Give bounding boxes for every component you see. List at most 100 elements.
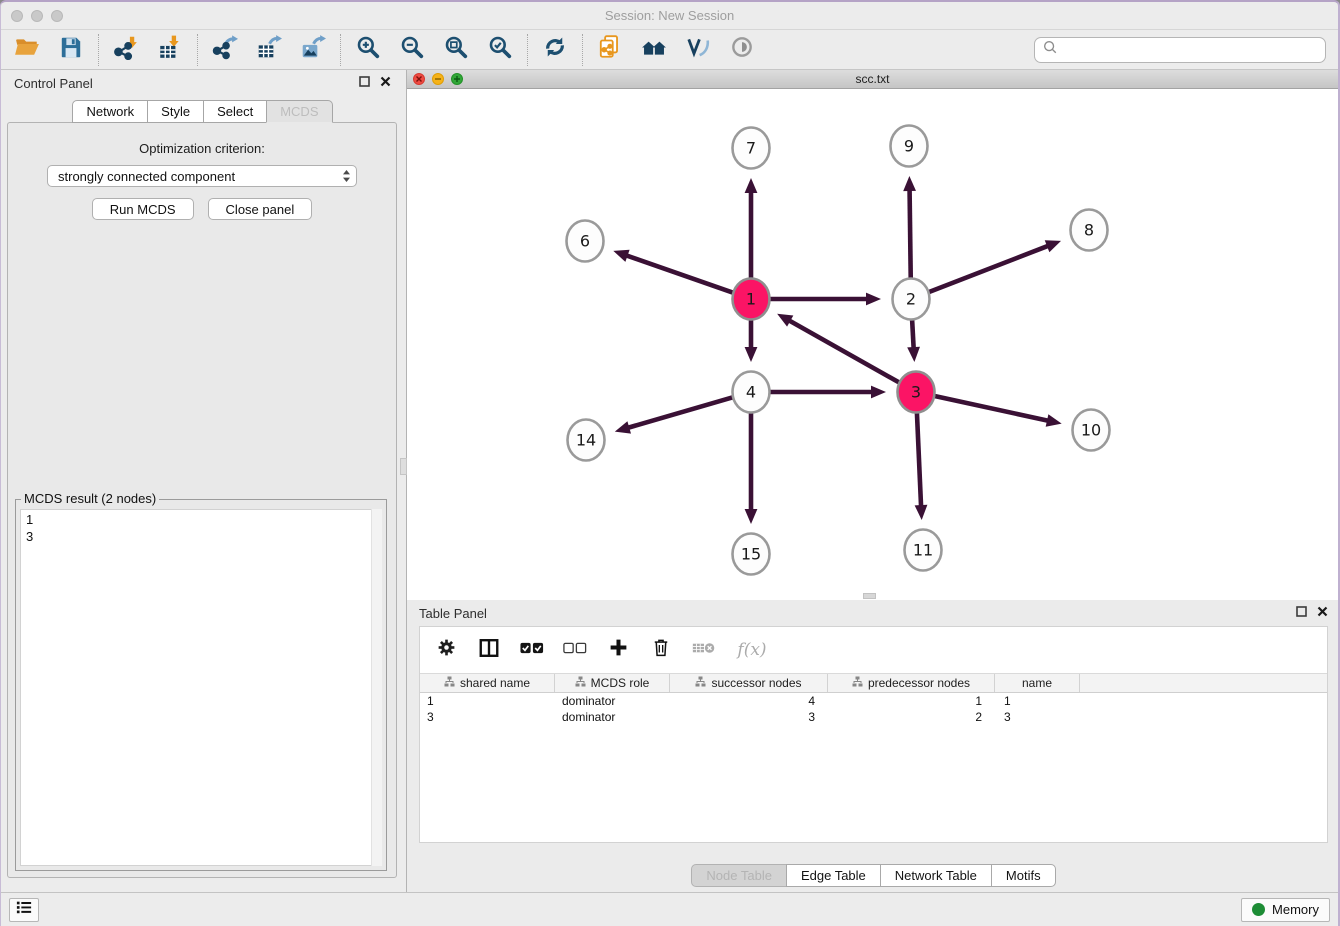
delete-table-button[interactable] <box>692 638 716 662</box>
graph-node-9[interactable]: 9 <box>891 126 928 167</box>
close-panel-icon[interactable] <box>1317 604 1328 622</box>
column-header-mcds-role[interactable]: MCDS role <box>555 674 670 692</box>
mcds-result-list[interactable]: 13 <box>20 509 382 866</box>
network-minimize-button[interactable] <box>432 73 444 85</box>
tree-icon <box>695 676 706 690</box>
tab-motifs[interactable]: Motifs <box>991 864 1056 887</box>
zoom-out-button[interactable] <box>398 36 426 64</box>
graph-edge-1-6[interactable] <box>613 250 733 293</box>
svg-text:11: 11 <box>913 541 933 560</box>
import-network-button[interactable] <box>112 36 140 64</box>
import-table-button[interactable] <box>156 36 184 64</box>
window-controls <box>11 10 63 22</box>
splitter-handle[interactable] <box>400 458 407 475</box>
table-settings-button[interactable] <box>434 638 458 662</box>
graph-node-4[interactable]: 4 <box>733 372 770 413</box>
column-header-successor-nodes[interactable]: successor nodes <box>670 674 828 692</box>
graph-edge-4-3[interactable] <box>770 386 886 399</box>
criterion-dropdown[interactable]: strongly connected component <box>47 165 357 187</box>
toolbar-separator <box>582 34 583 66</box>
float-panel-icon[interactable] <box>1296 604 1307 622</box>
graph-edge-1-7[interactable] <box>745 178 758 280</box>
graph-edge-2-8[interactable] <box>929 240 1061 292</box>
svg-text:15: 15 <box>741 545 761 564</box>
search-input[interactable] <box>1062 42 1318 57</box>
graph-edge-3-11[interactable] <box>915 411 928 520</box>
tab-mcds[interactable]: MCDS <box>266 100 332 123</box>
split-view-button[interactable] <box>477 638 501 662</box>
table-row[interactable]: 3dominator323 <box>420 709 1327 725</box>
result-item[interactable]: 1 <box>26 511 376 528</box>
horizontal-splitter[interactable] <box>407 593 1338 600</box>
graph-node-15[interactable]: 15 <box>733 534 770 575</box>
graph-node-11[interactable]: 11 <box>905 530 942 571</box>
zoom-fit-button[interactable] <box>442 36 470 64</box>
graph-edge-2-3[interactable] <box>907 318 920 362</box>
memory-button[interactable]: Memory <box>1241 898 1330 922</box>
graph-edge-3-1[interactable] <box>777 314 899 383</box>
column-header-shared-name[interactable]: shared name <box>420 674 555 692</box>
tree-icon <box>575 676 586 690</box>
tab-network[interactable]: Network <box>72 100 148 123</box>
open-session-button[interactable] <box>13 36 41 64</box>
graph-node-8[interactable]: 8 <box>1071 210 1108 251</box>
close-window-button[interactable] <box>11 10 23 22</box>
close-panel-button[interactable]: Close panel <box>208 198 313 220</box>
close-panel-icon[interactable] <box>380 74 391 92</box>
duplicate-network-button[interactable] <box>596 36 624 64</box>
node-table-body: 1dominator4113dominator323 <box>420 693 1327 725</box>
graph-node-14[interactable]: 14 <box>568 420 605 461</box>
trash-icon <box>651 637 671 663</box>
network-graph[interactable]: 7 9 6 8 1 2 4 3 14 10 15 11 <box>407 89 1338 593</box>
function-builder-button[interactable]: f(x) <box>735 638 769 662</box>
graph-edge-3-10[interactable] <box>935 396 1062 427</box>
tab-select[interactable]: Select <box>203 100 267 123</box>
minimize-window-button[interactable] <box>31 10 43 22</box>
graph-node-2[interactable]: 2 <box>893 279 930 320</box>
graph-edge-4-14[interactable] <box>615 397 733 433</box>
deselect-all-rows-button[interactable] <box>563 638 587 662</box>
tab-network-table[interactable]: Network Table <box>880 864 992 887</box>
export-network-button[interactable] <box>211 36 239 64</box>
graph-node-6[interactable]: 6 <box>567 221 604 262</box>
column-header-predecessor-nodes[interactable]: predecessor nodes <box>828 674 995 692</box>
float-panel-icon[interactable] <box>359 74 370 92</box>
graph-node-10[interactable]: 10 <box>1073 410 1110 451</box>
export-table-button[interactable] <box>255 36 283 64</box>
network-canvas[interactable]: 7 9 6 8 1 2 4 3 14 10 15 11 <box>407 89 1338 593</box>
add-row-button[interactable] <box>606 638 630 662</box>
network-close-button[interactable] <box>413 73 425 85</box>
graph-edge-1-2[interactable] <box>770 293 881 306</box>
splitter-handle[interactable] <box>863 593 876 599</box>
column-header-name[interactable]: name <box>995 674 1080 692</box>
run-mcds-button[interactable]: Run MCDS <box>92 198 194 220</box>
delete-row-button[interactable] <box>649 638 673 662</box>
home-button[interactable] <box>640 36 668 64</box>
graph-node-1[interactable]: 1 <box>733 279 770 320</box>
select-all-rows-button[interactable] <box>520 638 544 662</box>
hide-details-button[interactable] <box>728 36 756 64</box>
graph-node-7[interactable]: 7 <box>733 128 770 169</box>
refresh-view-button[interactable] <box>541 36 569 64</box>
tab-edge-table[interactable]: Edge Table <box>786 864 881 887</box>
export-image-button[interactable] <box>299 36 327 64</box>
graph-edge-1-4[interactable] <box>745 318 758 362</box>
save-session-button[interactable] <box>57 36 85 64</box>
result-scrollbar[interactable] <box>371 509 382 866</box>
apply-style-button[interactable] <box>684 36 712 64</box>
task-history-button[interactable] <box>9 898 39 922</box>
result-item[interactable]: 3 <box>26 528 376 545</box>
graph-node-3[interactable]: 3 <box>898 372 935 413</box>
table-row[interactable]: 1dominator411 <box>420 693 1327 709</box>
zoom-window-button[interactable] <box>51 10 63 22</box>
graph-edge-4-15[interactable] <box>745 411 758 524</box>
tab-style[interactable]: Style <box>147 100 204 123</box>
network-zoom-button[interactable] <box>451 73 463 85</box>
search-box[interactable] <box>1034 37 1326 63</box>
zoom-out-icon <box>399 34 425 65</box>
zoom-in-button[interactable] <box>354 36 382 64</box>
graph-edge-2-9[interactable] <box>903 176 916 280</box>
zoom-selected-button[interactable] <box>486 36 514 64</box>
tab-node-table[interactable]: Node Table <box>691 864 787 887</box>
window-title: Session: New Session <box>1 8 1338 23</box>
